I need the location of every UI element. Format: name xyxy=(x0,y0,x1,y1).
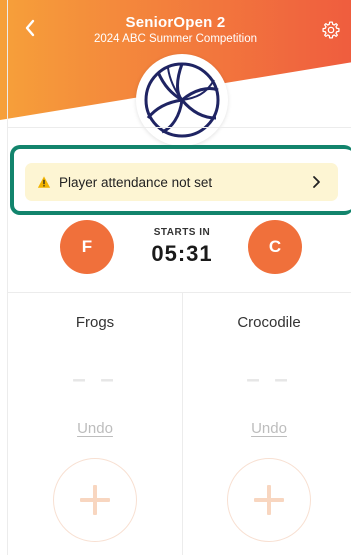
undo-button-crocodile[interactable]: Undo xyxy=(194,420,344,437)
sport-logo xyxy=(136,54,228,146)
starts-in-label: STARTS IN xyxy=(153,227,211,238)
header-divider xyxy=(8,127,351,128)
settings-button[interactable] xyxy=(319,18,343,42)
score-crocodile: – – xyxy=(246,366,292,393)
attendance-text: Player attendance not set xyxy=(59,174,213,190)
team-avatar-crocodile: C xyxy=(248,220,302,274)
add-point-button-frogs[interactable] xyxy=(53,458,137,542)
team-name-frogs: Frogs xyxy=(75,314,115,331)
team-name-crocodile: Crocodile xyxy=(237,314,301,331)
competition-title: SeniorOpen 2 xyxy=(125,14,226,31)
plus-icon xyxy=(254,485,284,515)
attendance-banner[interactable]: Player attendance not set xyxy=(25,163,338,201)
team-avatar-frogs: F xyxy=(60,220,114,274)
team-column-divider xyxy=(182,292,183,555)
warning-icon xyxy=(37,176,51,188)
countdown-timer: 05:31 xyxy=(151,241,213,266)
volleyball-icon xyxy=(144,62,220,138)
chevron-right-icon xyxy=(313,176,320,188)
chevron-left-icon xyxy=(25,19,35,37)
competition-subtitle: 2024 ABC Summer Competition xyxy=(94,33,257,45)
match-screen: SeniorOpen 2 2024 ABC Summer Competition xyxy=(0,0,351,555)
undo-button-frogs[interactable]: Undo xyxy=(20,420,170,437)
gear-icon xyxy=(322,21,340,39)
left-border xyxy=(7,0,8,555)
back-button[interactable] xyxy=(18,16,42,40)
score-frogs: – – xyxy=(72,366,118,393)
scoreboard-divider xyxy=(8,292,351,293)
plus-icon xyxy=(80,485,110,515)
add-point-button-crocodile[interactable] xyxy=(227,458,311,542)
